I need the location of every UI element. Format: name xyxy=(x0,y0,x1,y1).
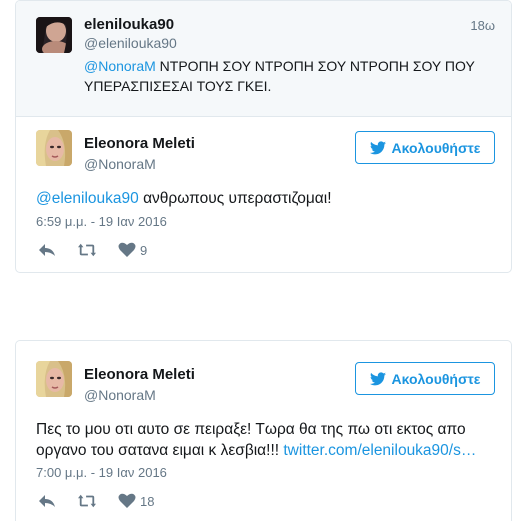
avatar[interactable] xyxy=(36,130,72,166)
reply-button[interactable] xyxy=(38,242,56,258)
parent-text-line1: ΝΤΡΟΠΗ ΣΟΥ ΝΤΡΟΠΗ ΣΟΥ ΝΤΡΟΠΗ ΣΟΥ ΠΟΥ xyxy=(155,58,475,74)
retweet-button[interactable] xyxy=(78,242,96,258)
heart-icon xyxy=(118,242,136,257)
tweet2-text-line1: Πες το μου οτι αυτο σε πειραξε! Τωρα θα … xyxy=(36,421,466,438)
reply-icon xyxy=(39,244,55,256)
parent-text-line2: ΥΠΕΡΑΣΠΙΣΕΣΑΙ ΤΟΥΣ ΓΚΕΙ. xyxy=(84,78,272,94)
retweet-button[interactable] xyxy=(78,493,96,509)
retweet-icon xyxy=(78,494,96,508)
tweet1-timestamp[interactable]: 6:59 μ.μ. - 19 Ιαν 2016 xyxy=(36,214,167,229)
parent-handle[interactable]: @elenilouka90 xyxy=(84,35,177,51)
tweet2-text: Πες το μου οτι αυτο σε πειραξε! Τωρα θα … xyxy=(36,419,506,461)
avatar-image xyxy=(36,17,72,53)
reply-icon xyxy=(39,495,55,507)
reply-button[interactable] xyxy=(38,493,56,509)
like-button[interactable]: 9 xyxy=(118,242,147,258)
follow-label: Ακολουθήστε xyxy=(391,139,481,156)
twitter-bird-icon xyxy=(369,371,386,385)
heart-icon xyxy=(118,493,136,508)
tweet2-handle[interactable]: @NonoraM xyxy=(84,387,156,403)
tweet1-text: @elenilouka90 ανθρωπους υπεραστιζομαι! xyxy=(36,188,332,209)
avatar[interactable] xyxy=(36,361,72,397)
parent-tweet[interactable]: elenilouka90 @elenilouka90 18ω @NonoraM … xyxy=(16,1,511,117)
twitter-bird-icon xyxy=(369,140,386,154)
parent-tweet-text: @NonoraM ΝΤΡΟΠΗ ΣΟΥ ΝΤΡΟΠΗ ΣΟΥ ΝΤΡΟΠΗ ΣΟ… xyxy=(84,56,494,96)
mention-link[interactable]: @elenilouka90 xyxy=(36,190,139,207)
tweet1-body: ανθρωπους υπεραστιζομαι! xyxy=(138,190,332,207)
tweet2-link[interactable]: twitter.com/elenilouka90/s… xyxy=(283,442,476,459)
avatar[interactable] xyxy=(36,17,72,53)
follow-button[interactable]: Ακολουθήστε xyxy=(355,131,495,164)
avatar-image xyxy=(36,130,72,166)
like-count: 18 xyxy=(140,493,155,509)
tweet1-handle[interactable]: @NonoraM xyxy=(84,156,156,172)
avatar-image xyxy=(36,361,72,397)
tweet2-text-line2: οργανο του σατανα ειμαι κ λεσβια!!! xyxy=(36,442,284,459)
tweet-card-1: elenilouka90 @elenilouka90 18ω @NonoraM … xyxy=(15,0,512,273)
mention-link[interactable]: @NonoraM xyxy=(84,58,156,74)
follow-button[interactable]: Ακολουθήστε xyxy=(355,362,495,395)
tweet2-timestamp[interactable]: 7:00 μ.μ. - 19 Ιαν 2016 xyxy=(36,465,167,480)
parent-display-name[interactable]: elenilouka90 xyxy=(84,16,174,33)
retweet-icon xyxy=(78,243,96,257)
parent-time-ago[interactable]: 18ω xyxy=(470,18,495,33)
follow-label: Ακολουθήστε xyxy=(391,370,481,387)
tweet1-actions: 9 xyxy=(38,242,169,258)
like-button[interactable]: 18 xyxy=(118,493,154,509)
like-count: 9 xyxy=(140,242,148,258)
tweet2-actions: 18 xyxy=(38,493,176,509)
tweet-card-2: Eleonora Meleti @NonoraM Ακολουθήστε Πες… xyxy=(15,340,512,521)
tweet1-display-name[interactable]: Eleonora Meleti xyxy=(84,135,195,152)
tweet2-display-name[interactable]: Eleonora Meleti xyxy=(84,366,195,383)
